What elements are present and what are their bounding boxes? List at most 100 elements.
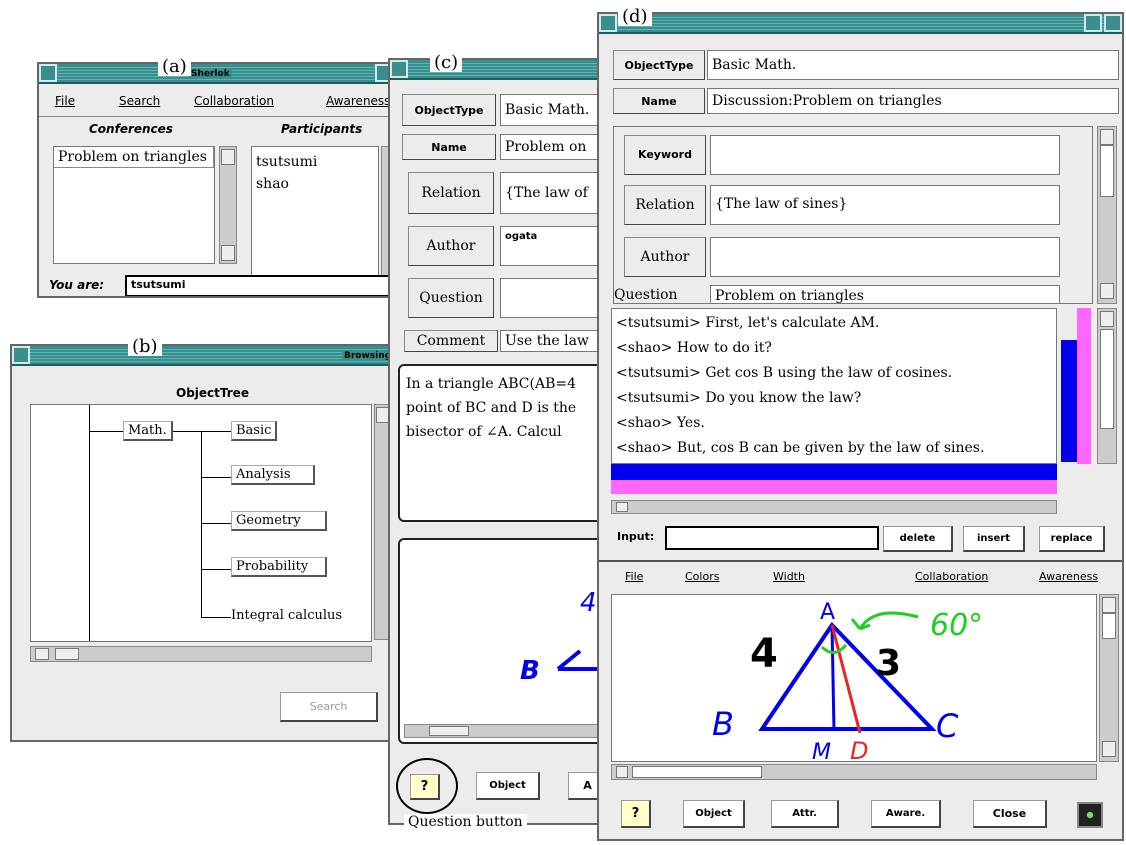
title-bar[interactable] xyxy=(599,14,1122,34)
participants-label: Participants xyxy=(281,122,363,136)
window-title: Sherlok xyxy=(189,69,232,79)
aware-button[interactable]: Aware. xyxy=(871,800,941,828)
participant-item[interactable]: tsutsumi xyxy=(256,151,374,173)
relation-field[interactable]: {The law of xyxy=(500,172,598,214)
input-label: Input: xyxy=(617,530,655,543)
keyword-field[interactable] xyxy=(710,135,1060,175)
window-menu-button[interactable] xyxy=(390,60,408,78)
chat-line: <tsutsumi> Do you know the law? xyxy=(616,390,862,406)
sketch-drawing: 4 B xyxy=(520,588,598,686)
insert-button[interactable]: insert xyxy=(963,526,1025,552)
menu-colors[interactable]: Colors xyxy=(685,570,719,583)
maximize-button[interactable] xyxy=(1104,14,1122,32)
object-button[interactable]: Object xyxy=(683,800,745,828)
chat-log: <tsutsumi> First, let's calculate AM. <s… xyxy=(611,308,1057,464)
name-label: Name xyxy=(613,88,705,114)
vertex-c: C xyxy=(936,707,959,745)
question-button-caption: Question button xyxy=(404,814,527,830)
author-field[interactable]: ogata xyxy=(500,226,598,266)
comment-button[interactable]: Comment xyxy=(404,330,498,352)
menu-awareness[interactable]: Awareness xyxy=(1039,570,1098,583)
tree-node-analysis[interactable]: Analysis xyxy=(231,465,315,485)
vertex-a: A xyxy=(820,600,835,625)
title-bar[interactable] xyxy=(390,60,598,80)
relation-button[interactable]: Relation xyxy=(408,172,494,214)
menu-search[interactable]: Search xyxy=(119,94,160,108)
sketch-canvas-d[interactable]: A B C M D 4 3 60° xyxy=(611,594,1097,762)
point-m: M xyxy=(812,740,831,762)
conferences-scrollbar[interactable] xyxy=(219,146,237,264)
tree-hscrollbar[interactable] xyxy=(30,646,372,662)
chat-input[interactable] xyxy=(665,526,879,550)
object-tree: Math. Basic Analysis Geometry Probabilit… xyxy=(30,404,372,642)
attr-button[interactable]: Attr. xyxy=(771,800,839,828)
menu-file[interactable]: File xyxy=(55,94,75,108)
sketch-vscrollbar[interactable] xyxy=(1099,594,1119,762)
minimize-button[interactable] xyxy=(1084,14,1102,32)
name-field[interactable]: Discussion:Problem on triangles xyxy=(707,88,1119,114)
conference-item[interactable]: Problem on triangles xyxy=(54,147,214,168)
objecttype-field[interactable]: Basic Math. xyxy=(707,50,1119,80)
relation-field[interactable]: {The law of sines} xyxy=(710,185,1060,225)
close-button[interactable]: Close xyxy=(973,800,1047,828)
side-ab-length: 4 xyxy=(750,631,778,677)
objecttype-label: ObjectType xyxy=(402,94,496,126)
tree-node-math[interactable]: Math. xyxy=(123,421,173,441)
chat-vscrollbar[interactable] xyxy=(1097,308,1117,464)
sketch-label-4: 4 xyxy=(580,588,597,618)
question-field[interactable] xyxy=(500,278,598,318)
window-menu-button[interactable] xyxy=(599,14,617,32)
replace-button[interactable]: replace xyxy=(1039,526,1105,552)
tree-node-basic[interactable]: Basic xyxy=(231,421,278,441)
menu-collaboration[interactable]: Collaboration xyxy=(194,94,274,108)
menu-width[interactable]: Width xyxy=(773,570,805,583)
comment-field[interactable]: Use the law xyxy=(500,330,598,352)
object-button[interactable]: Object xyxy=(476,772,540,800)
keyword-button[interactable]: Keyword xyxy=(624,135,706,175)
vertex-b: B xyxy=(712,705,734,743)
window-menu-button[interactable] xyxy=(12,346,30,364)
author-field[interactable] xyxy=(710,237,1060,277)
attributes-scrollbar[interactable] xyxy=(1097,126,1117,304)
participants-list[interactable]: tsutsumi shao xyxy=(251,146,379,286)
sketch-hscrollbar[interactable] xyxy=(611,764,1097,780)
question-button-highlight xyxy=(396,758,458,814)
window-menu-button[interactable] xyxy=(39,64,57,82)
you-are-input[interactable]: tsutsumi xyxy=(125,275,393,296)
participant-item[interactable]: shao xyxy=(256,173,374,195)
delete-button[interactable]: delete xyxy=(883,526,953,552)
point-d: D xyxy=(850,737,868,762)
tree-node-geometry[interactable]: Geometry xyxy=(231,511,327,531)
title-bar[interactable]: BrowsingWi xyxy=(12,346,392,366)
panel-label-c: (c) xyxy=(430,54,463,72)
question-field[interactable]: Problem on triangles xyxy=(710,285,1060,303)
name-field[interactable]: Problem on xyxy=(500,134,598,160)
sketch-canvas-c[interactable]: 4 B xyxy=(398,538,598,744)
panel-label-d: (d) xyxy=(618,8,652,26)
title-bar[interactable]: Sherlok xyxy=(39,64,393,84)
sketch-triangle-stroke xyxy=(556,649,598,671)
angle-arc xyxy=(820,643,848,654)
chat-hscrollbar[interactable] xyxy=(611,500,1057,514)
attr-button[interactable]: A xyxy=(568,772,598,800)
problem-text: In a triangle ABC(AB=4 point of BC and D… xyxy=(398,364,598,522)
menu-collaboration[interactable]: Collaboration xyxy=(915,570,988,583)
tree-node-integral[interactable]: Integral calculus xyxy=(231,608,342,623)
question-button[interactable]: Question xyxy=(408,278,494,318)
you-are-label: You are: xyxy=(49,278,105,292)
search-button[interactable]: Search xyxy=(280,692,378,722)
awareness-icon[interactable] xyxy=(1077,802,1103,828)
object-window-c: ObjectType Basic Math. Name Problem on R… xyxy=(388,58,600,825)
angle-annotation: 60° xyxy=(930,608,983,643)
menu-awareness[interactable]: Awareness xyxy=(326,94,390,108)
menu-file[interactable]: File xyxy=(625,570,643,583)
relation-button[interactable]: Relation xyxy=(624,185,706,225)
conferences-list[interactable]: Problem on triangles xyxy=(53,146,215,264)
sketch-hscrollbar[interactable] xyxy=(404,724,598,738)
author-button[interactable]: Author xyxy=(624,237,706,277)
question-mark-button[interactable]: ? xyxy=(621,800,651,828)
panel-label-a: (a) xyxy=(158,58,191,76)
author-button[interactable]: Author xyxy=(408,226,494,266)
tree-node-probability[interactable]: Probability xyxy=(231,557,327,577)
objecttype-field[interactable]: Basic Math. xyxy=(500,94,598,126)
